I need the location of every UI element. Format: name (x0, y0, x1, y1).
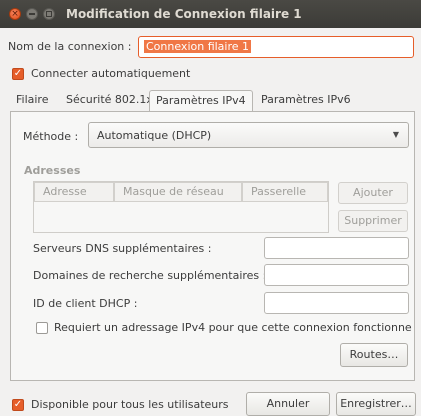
tab-filaire[interactable]: Filaire (10, 90, 54, 112)
tab-parametres-ipv4[interactable]: Paramètres IPv4 (149, 90, 253, 112)
title-bar: × Modification de Connexion filaire 1 (0, 0, 421, 28)
dns-servers-label: Serveurs DNS supplémentaires : (33, 242, 212, 255)
dhcp-client-id-input[interactable] (264, 292, 409, 314)
tab-securite-8021x[interactable]: Sécurité 802.1x (60, 90, 159, 112)
require-ipv4-label: Requiert un adressage IPv4 pour que cett… (54, 321, 412, 334)
dropdown-arrow-icon: ▼ (392, 130, 399, 139)
save-button[interactable]: Enregistrer… (336, 392, 416, 416)
column-header-gateway: Passerelle (242, 182, 328, 202)
require-ipv4-checkbox[interactable] (36, 322, 48, 334)
tab-parametres-ipv6[interactable]: Paramètres IPv6 (255, 90, 357, 112)
connection-name-input[interactable]: Connexion filaire 1 (138, 36, 414, 58)
maximize-window-button[interactable] (43, 8, 55, 20)
column-header-address: Adresse (34, 182, 114, 202)
add-address-button[interactable]: Ajouter (338, 182, 408, 204)
auto-connect-checkbox[interactable]: ✓ (12, 68, 24, 80)
addresses-heading: Adresses (24, 164, 81, 177)
auto-connect-label: Connecter automatiquement (31, 67, 191, 80)
method-value: Automatique (DHCP) (97, 129, 212, 142)
remove-address-button[interactable]: Supprimer (338, 210, 408, 232)
routes-button[interactable]: Routes… (340, 343, 408, 367)
dhcp-client-id-label: ID de client DHCP : (33, 297, 138, 310)
window-title: Modification de Connexion filaire 1 (66, 7, 302, 21)
all-users-checkbox[interactable]: ✓ (12, 399, 24, 411)
all-users-label: Disponible pour tous les utilisateurs (31, 398, 229, 411)
close-window-button[interactable]: × (9, 8, 21, 20)
cancel-button[interactable]: Annuler (246, 392, 330, 416)
connection-name-value: Connexion filaire 1 (144, 40, 252, 53)
method-dropdown[interactable]: Automatique (DHCP) ▼ (88, 122, 409, 148)
column-header-netmask: Masque de réseau (114, 182, 242, 202)
connection-name-label: Nom de la connexion : (8, 40, 132, 53)
addresses-table: Adresse Masque de réseau Passerelle (33, 181, 329, 233)
minimize-window-button[interactable] (26, 8, 38, 20)
search-domains-label: Domaines de recherche supplémentaires : (33, 269, 267, 282)
method-label: Méthode : (23, 130, 79, 143)
dns-servers-input[interactable] (264, 237, 409, 259)
search-domains-input[interactable] (264, 264, 409, 286)
